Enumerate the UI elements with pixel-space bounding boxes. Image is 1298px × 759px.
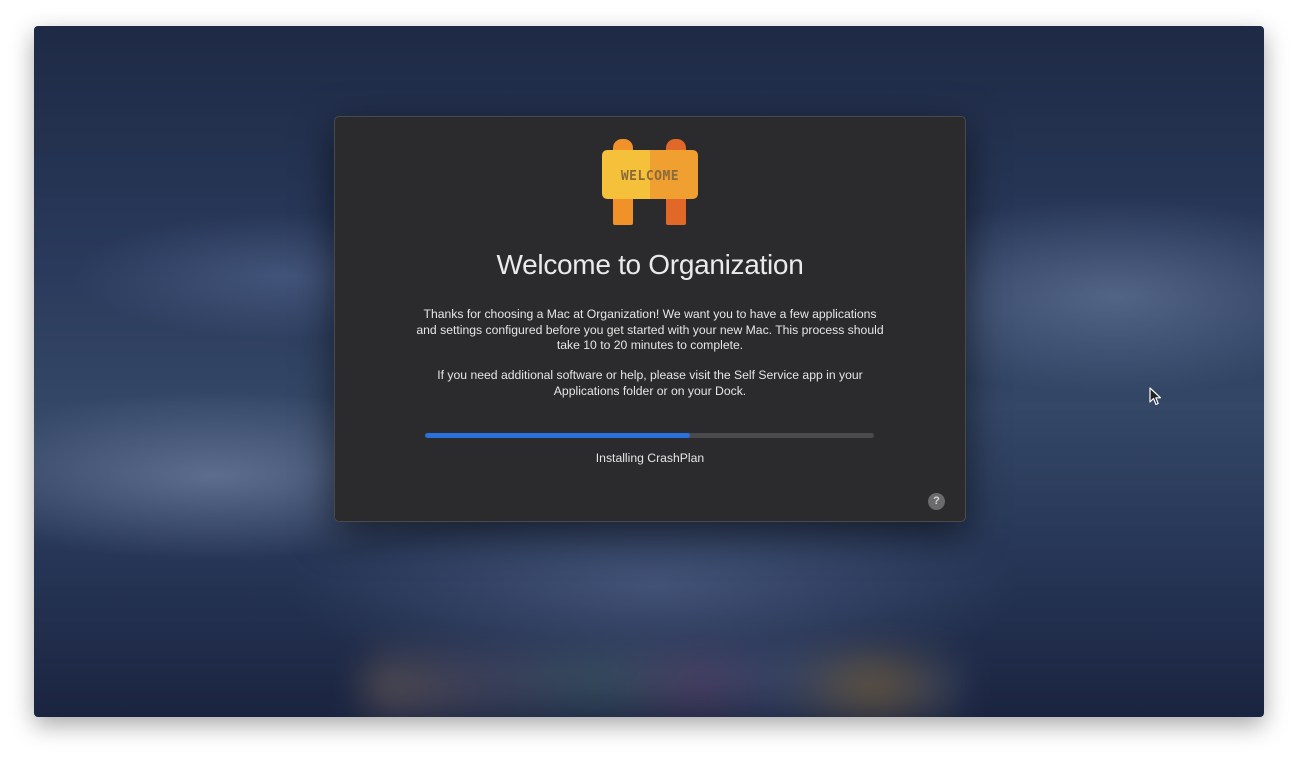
progress-bar xyxy=(425,433,874,438)
status-text: Installing CrashPlan xyxy=(595,451,705,465)
welcome-dialog: WELCOME Welcome to Organization Thanks f… xyxy=(334,116,966,522)
progress-fill xyxy=(425,433,690,438)
dialog-title: Welcome to Organization xyxy=(496,249,804,280)
intro-paragraph: Thanks for choosing a Mac at Organizatio… xyxy=(416,307,884,352)
welcome-sign-text: WELCOME xyxy=(621,169,679,184)
desktop-background: WELCOME Welcome to Organization Thanks f… xyxy=(34,26,1264,717)
mouse-cursor-icon xyxy=(1149,387,1162,406)
blurred-dock xyxy=(364,656,964,716)
welcome-sign-icon: WELCOME xyxy=(602,139,698,225)
help-paragraph: If you need additional software or help,… xyxy=(437,368,863,398)
help-button[interactable]: ? xyxy=(928,493,945,510)
